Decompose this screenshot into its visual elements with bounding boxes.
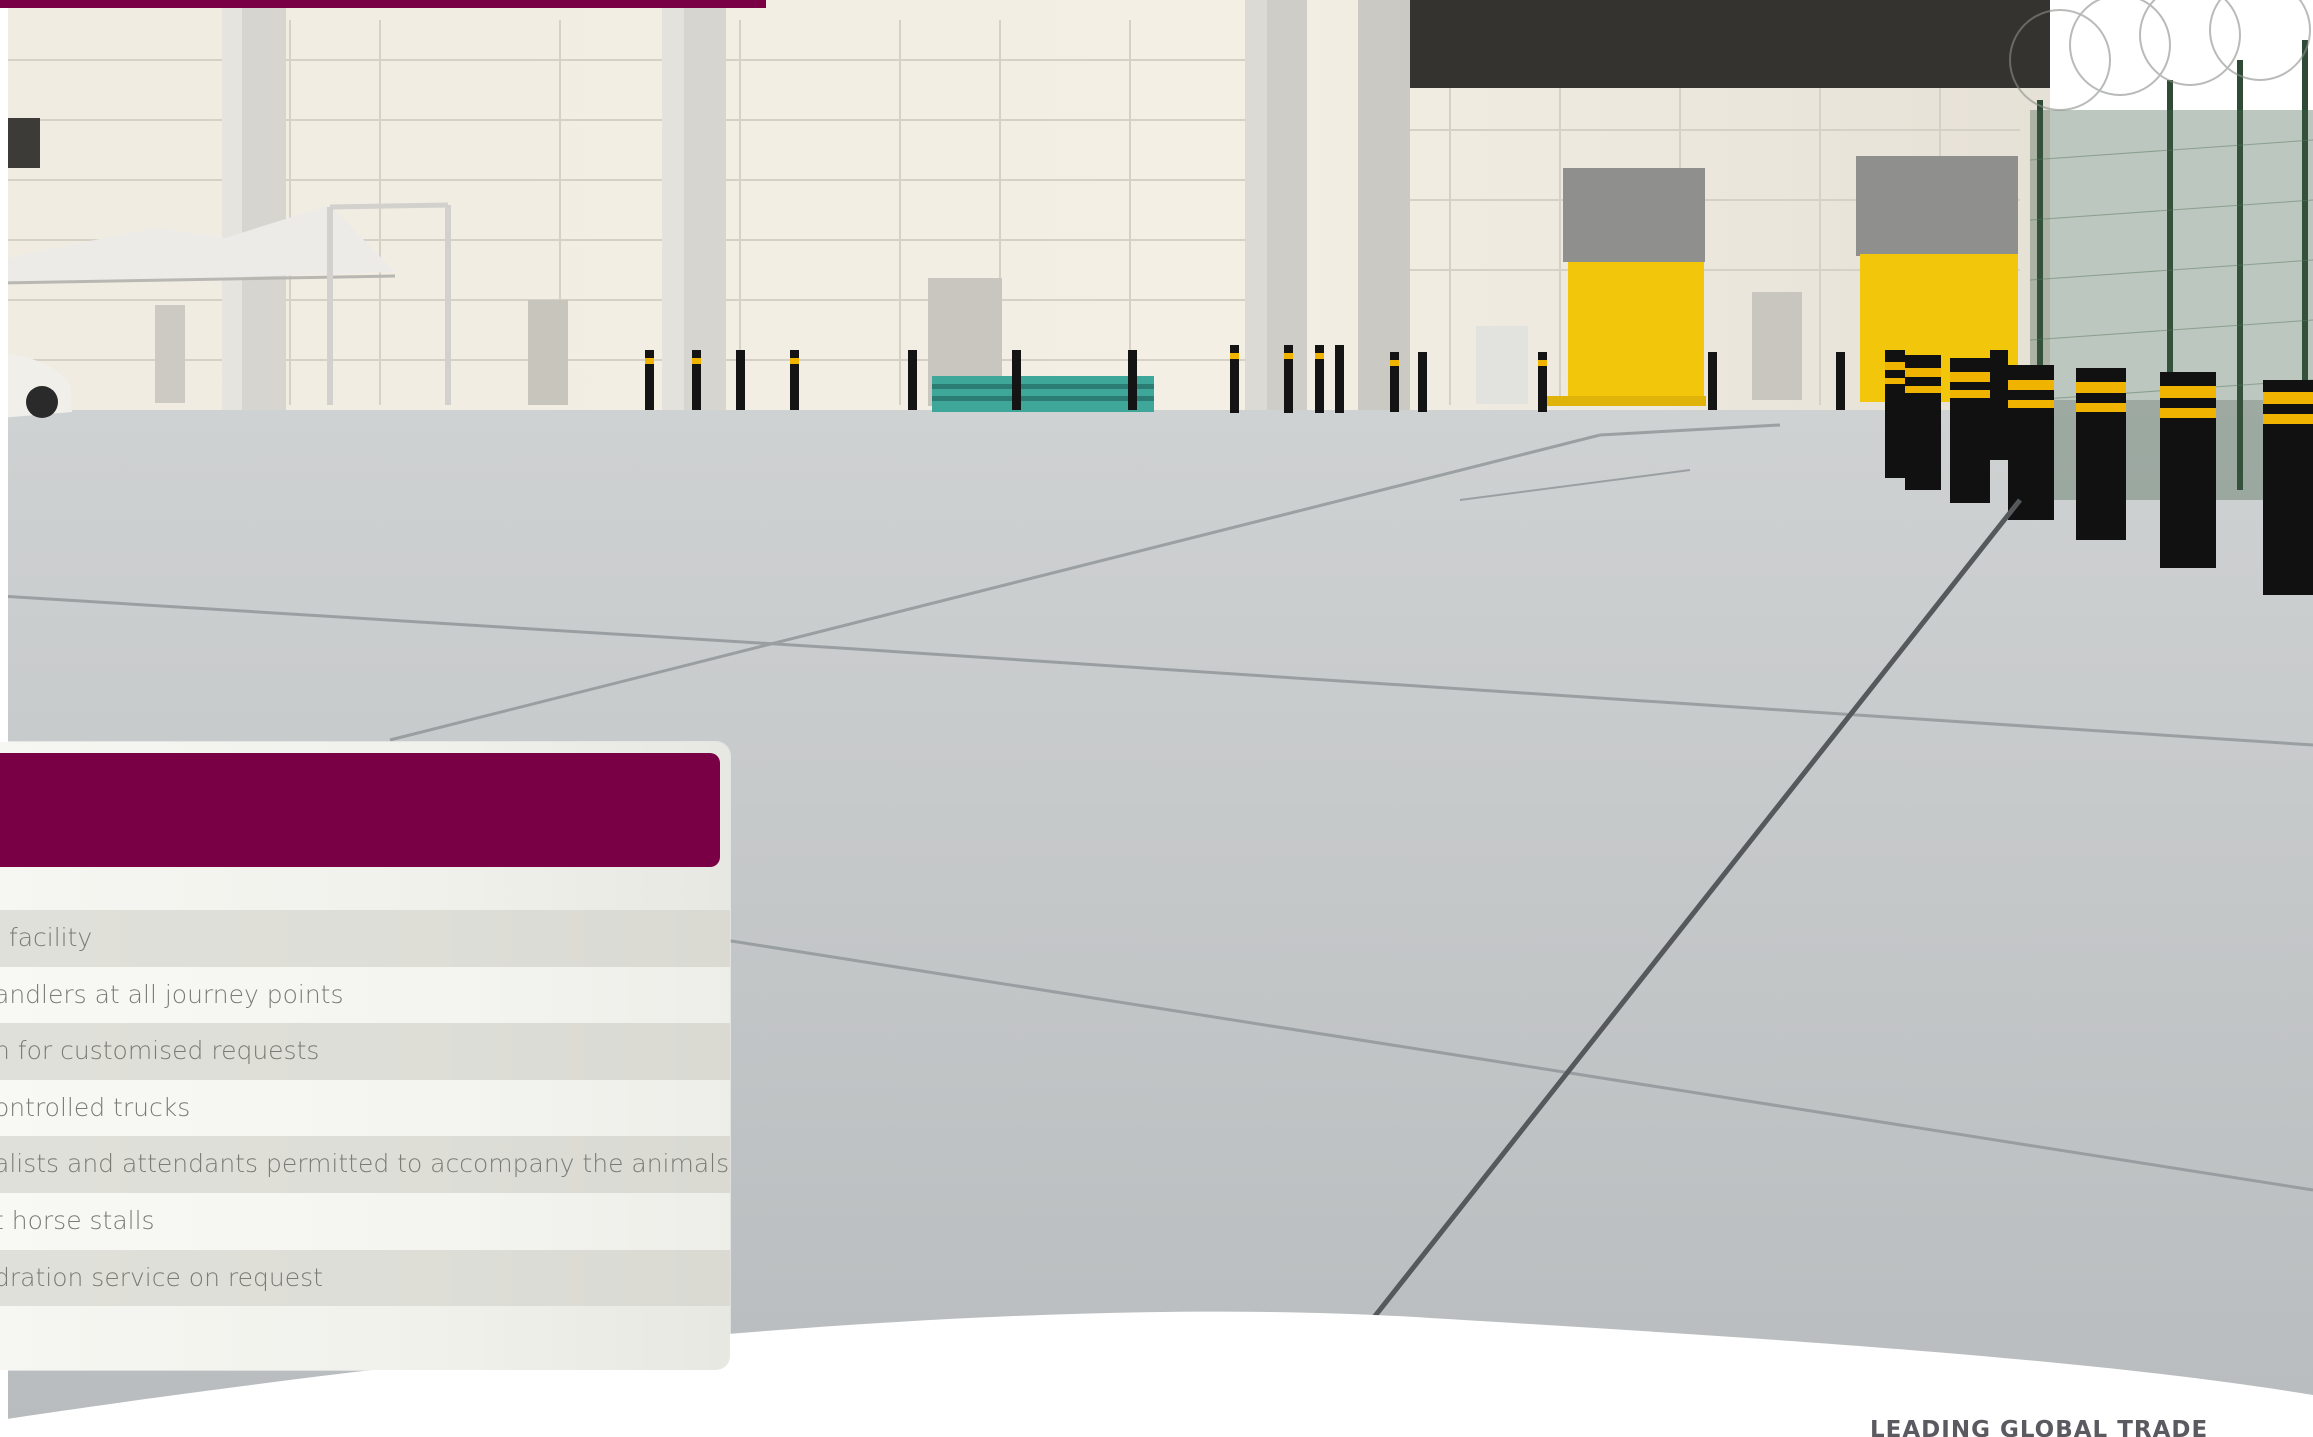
list-item: andlers at all journey points [0, 966, 730, 1024]
list-item: l facility [0, 910, 730, 967]
list-item: ontrolled trucks [0, 1079, 730, 1137]
bollard [2160, 372, 2216, 568]
loading-dock-door [1568, 262, 1704, 402]
bollard [2076, 368, 2126, 540]
bollard [2263, 380, 2313, 595]
feature-panel: l facility andlers at all journey points… [0, 742, 730, 1370]
service-door [155, 305, 185, 403]
feature-list: l facility andlers at all journey points… [0, 910, 730, 1307]
top-accent-bar [0, 0, 766, 8]
panel-header-bar [0, 753, 720, 867]
service-door [528, 300, 568, 405]
bollard [1990, 350, 2008, 460]
footer-tagline: LEADING GLOBAL TRADE [1870, 1417, 2209, 1437]
service-door [1752, 292, 1802, 400]
list-item: n for customised requests [0, 1023, 730, 1080]
column [1358, 0, 1410, 410]
page: l facility andlers at all journey points… [0, 0, 2313, 1437]
list-item: alists and attendants permitted to accom… [0, 1136, 730, 1193]
list-item: t horse stalls [0, 1192, 730, 1250]
pallet-stack [932, 376, 1154, 412]
list-item: dration service on request [0, 1249, 730, 1307]
